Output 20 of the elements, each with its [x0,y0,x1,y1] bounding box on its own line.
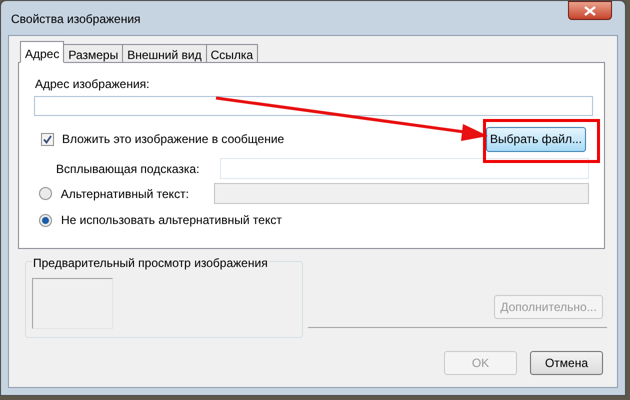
close-icon [584,6,596,16]
check-icon [43,134,52,144]
radio-button[interactable] [39,187,52,200]
radio-label: Альтернативный текст: [60,186,190,202]
tooltip-field[interactable] [220,158,589,179]
window-title: Свойства изображения [11,11,141,28]
choose-file-button[interactable]: Выбрать файл... [486,126,586,152]
tab[interactable]: Адрес [20,41,64,63]
field-label: Всплывающая подсказка: [56,160,200,178]
tab[interactable]: Ссылка [206,44,258,63]
radio-label: Не использовать альтернативный текст [61,212,282,229]
tab[interactable]: Внешний вид [122,44,207,63]
checkbox[interactable] [41,132,54,146]
address-field[interactable] [34,96,593,116]
dialog-button[interactable]: Отмена [530,351,603,375]
tab[interactable]: Размеры [63,44,124,63]
checkbox-label: Вложить это изображение в сообщение [62,131,284,148]
field-label: Адрес изображения: [35,76,151,93]
close-button[interactable] [568,1,612,20]
radio-button[interactable] [39,214,52,226]
